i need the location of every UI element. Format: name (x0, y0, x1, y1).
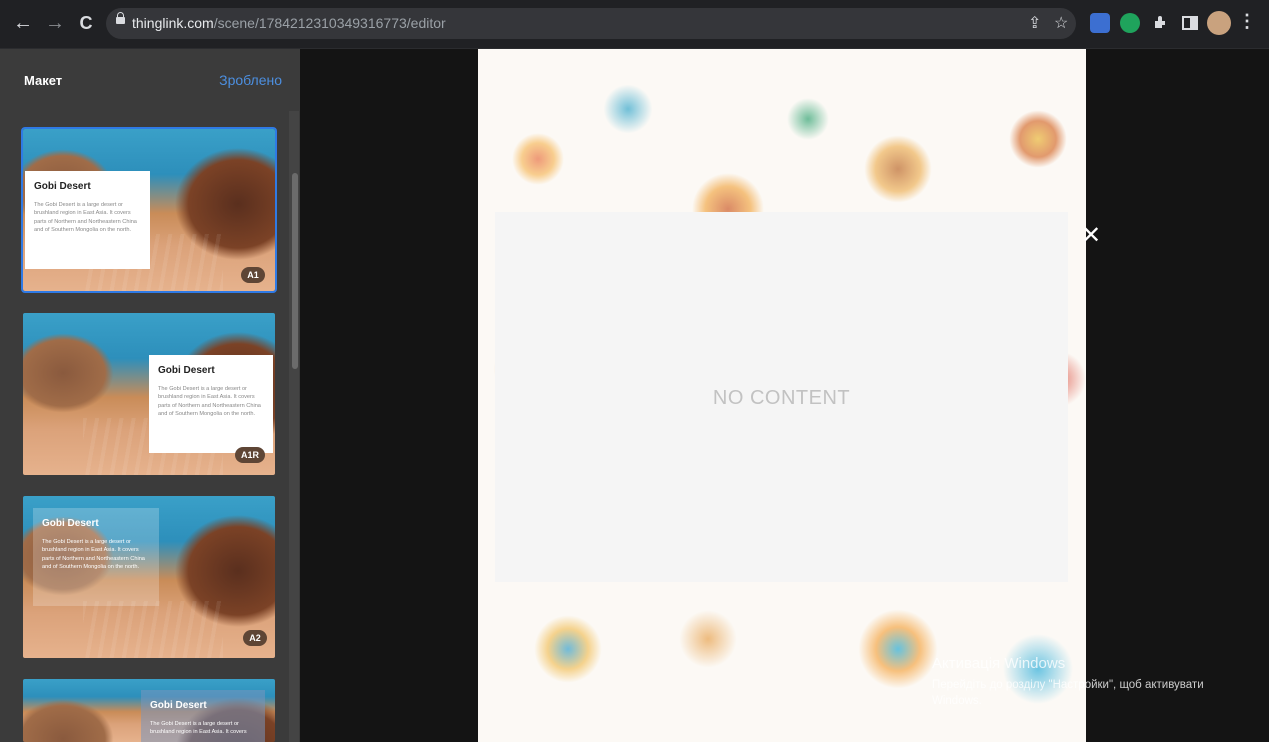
card-description: The Gobi Desert is a large desert or bru… (34, 202, 137, 234)
card-description: The Gobi Desert is a large desert or bru… (150, 721, 247, 736)
layout-card: Gobi Desert The Gobi Desert is a large d… (141, 690, 265, 742)
browser-menu-icon[interactable]: ⋮ (1238, 11, 1256, 32)
url-domain: thinglink.com (132, 15, 214, 31)
gem-extension-icon[interactable] (1120, 13, 1140, 33)
sidebar-title: Макет (24, 73, 63, 88)
layout-card: Gobi Desert The Gobi Desert is a large d… (25, 171, 150, 269)
side-panel-icon[interactable] (1180, 13, 1200, 33)
sidebar-scrollbar-thumb[interactable] (292, 173, 298, 369)
watermark-subtitle: Перейдіть до розділу "Настройки", щоб ак… (932, 679, 1204, 707)
card-description: The Gobi Desert is a large desert or bru… (42, 539, 145, 571)
sidebar-header: Макет Зроблено (0, 49, 300, 109)
url-text[interactable]: thinglink.com/scene/1784212310349316773/… (132, 15, 446, 31)
card-title: Gobi Desert (42, 518, 99, 529)
layout-sidebar: Макет Зроблено Gobi Desert The Gobi Dese… (0, 49, 300, 742)
layout-badge: A1R (235, 447, 265, 463)
windows-activation-watermark: Активація Windows Перейдіть до розділу "… (932, 655, 1232, 709)
reload-icon[interactable]: C (73, 10, 99, 36)
address-bar[interactable]: thinglink.com/scene/1784212310349316773/… (106, 8, 1076, 39)
card-title: Gobi Desert (34, 181, 91, 192)
done-button[interactable]: Зроблено (219, 72, 282, 88)
layout-badge: A1 (241, 267, 265, 283)
profile-avatar[interactable] (1207, 11, 1231, 35)
translate-extension-icon[interactable] (1090, 13, 1110, 33)
card-title: Gobi Desert (150, 700, 207, 711)
url-path: /scene/1784212310349316773/editor (213, 15, 446, 31)
layout-option-4[interactable]: Gobi Desert The Gobi Desert is a large d… (23, 679, 275, 742)
layout-badge: A2 (243, 630, 267, 646)
content-modal: NO CONTENT (495, 212, 1068, 582)
layout-option-a2[interactable]: Gobi Desert The Gobi Desert is a large d… (23, 496, 275, 658)
card-title: Gobi Desert (158, 365, 215, 376)
close-icon[interactable]: ✕ (1080, 224, 1102, 248)
star-icon[interactable]: ☆ (1054, 13, 1068, 33)
forward-arrow-icon[interactable]: → (42, 10, 68, 36)
layout-card: Gobi Desert The Gobi Desert is a large d… (149, 355, 273, 453)
back-arrow-icon[interactable]: ← (10, 10, 36, 36)
card-description: The Gobi Desert is a large desert or bru… (158, 386, 261, 418)
share-icon[interactable]: ⇪ (1028, 13, 1041, 33)
puzzle-extensions-icon[interactable] (1150, 13, 1170, 33)
layout-option-a1[interactable]: Gobi Desert The Gobi Desert is a large d… (21, 127, 277, 293)
no-content-text: NO CONTENT (712, 387, 851, 409)
watermark-title: Активація Windows (932, 655, 1066, 672)
layout-card: Gobi Desert The Gobi Desert is a large d… (33, 508, 159, 606)
lock-icon (116, 12, 125, 24)
layout-option-a1r[interactable]: Gobi Desert The Gobi Desert is a large d… (23, 313, 275, 475)
browser-toolbar: ← → C thinglink.com/scene/17842123103493… (0, 0, 1269, 49)
